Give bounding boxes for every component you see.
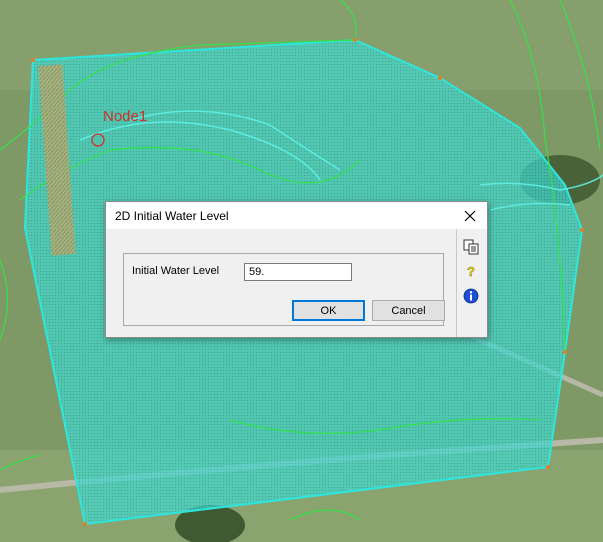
dialog-title-bar[interactable]: 2D Initial Water Level [106,202,487,229]
copy-icon [463,239,479,255]
initial-water-level-label: Initial Water Level [132,265,220,277]
ok-button[interactable]: OK [292,300,365,321]
cancel-button[interactable]: Cancel [372,300,445,321]
initial-water-level-dialog: 2D Initial Water Level Initial Water Lev… [105,201,488,338]
copy-button[interactable] [462,238,480,256]
close-button[interactable] [453,202,487,229]
svg-text:?: ? [467,264,475,279]
close-icon [464,210,476,221]
help-icon: ? [467,264,475,279]
help-button[interactable]: ? [462,262,480,280]
info-button[interactable] [462,287,480,305]
dialog-title: 2D Initial Water Level [115,209,229,223]
info-icon [463,288,479,304]
node-label: Node1 [103,108,148,125]
side-toolbar-divider [456,229,457,337]
initial-water-level-input[interactable] [244,263,352,281]
